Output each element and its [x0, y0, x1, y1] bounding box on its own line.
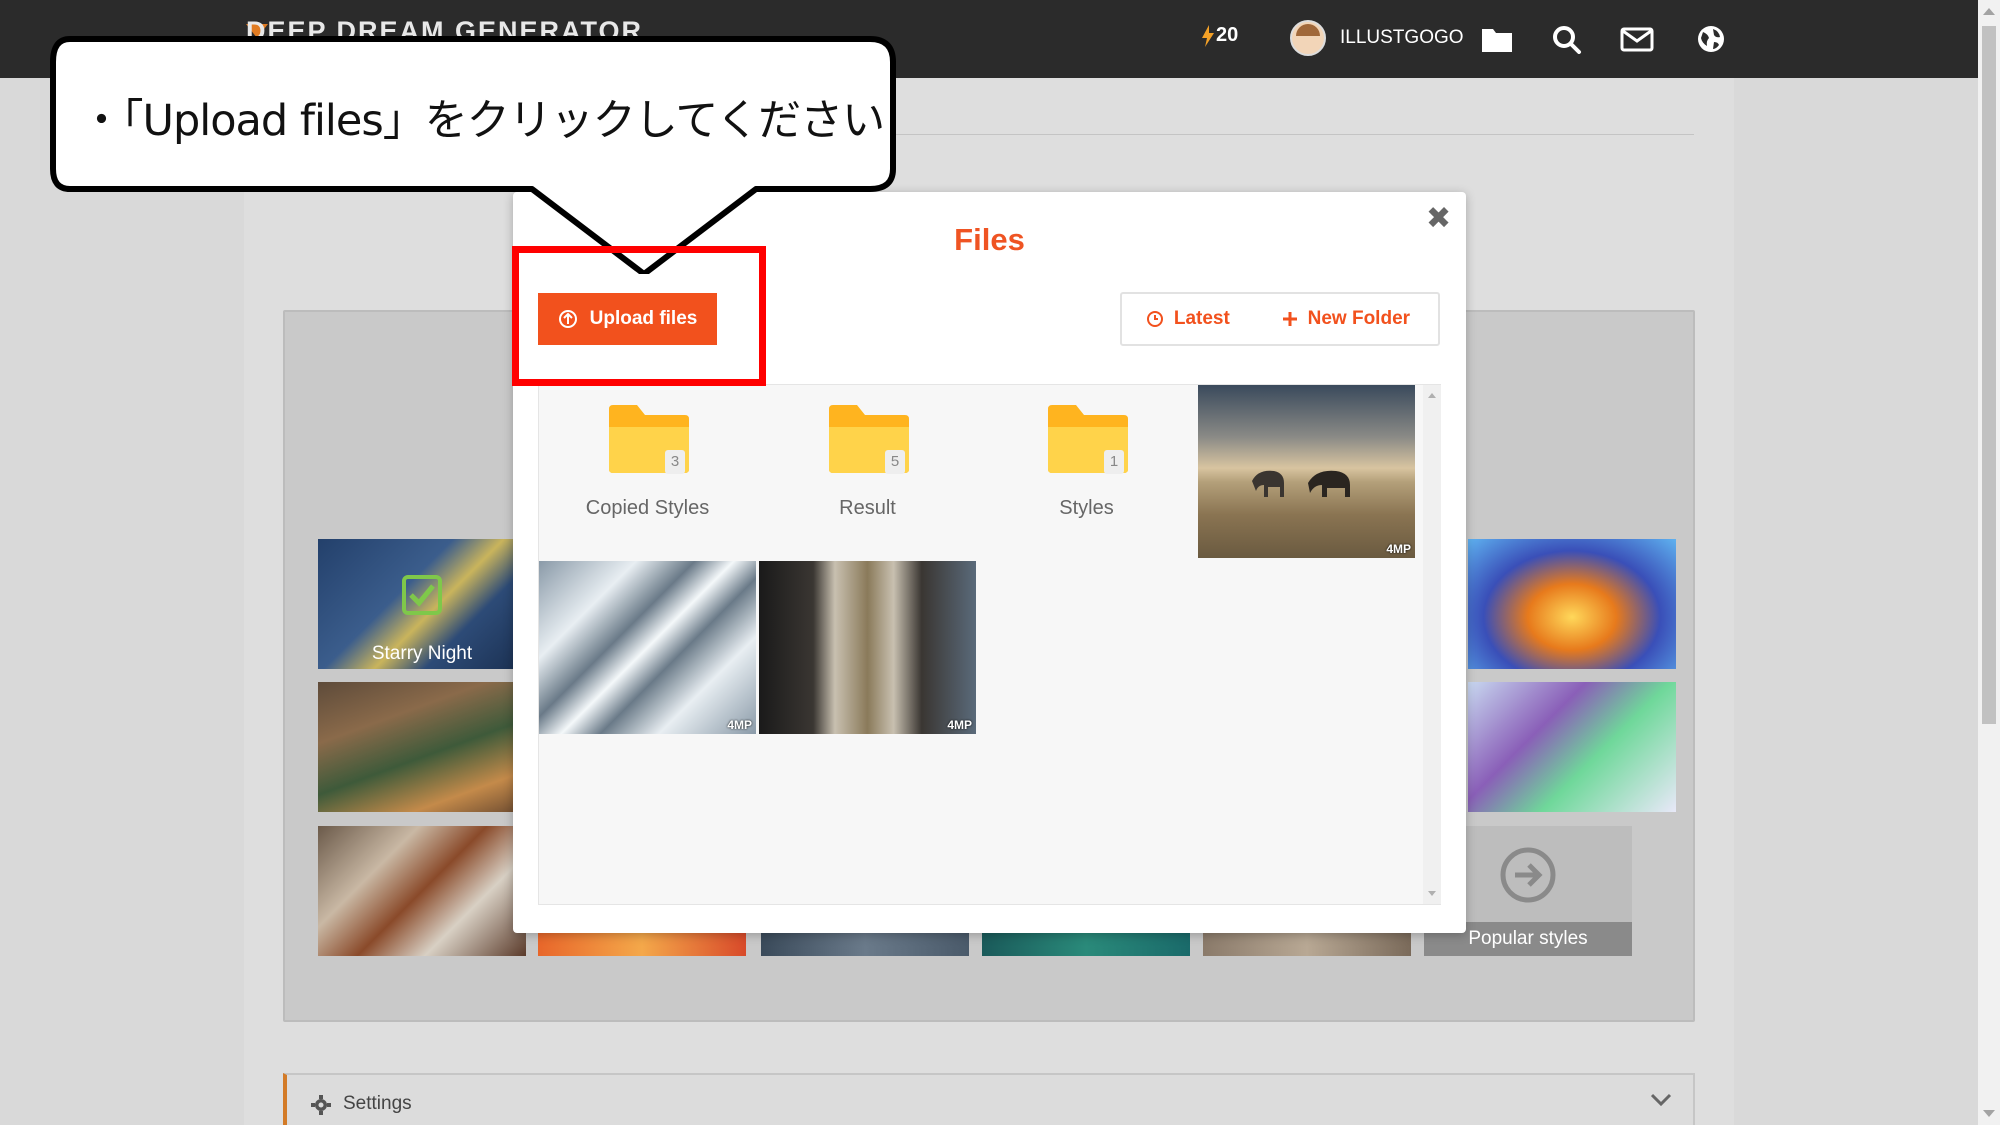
energy-value: 20: [1216, 24, 1239, 46]
tile-label: Starry Night: [371, 643, 473, 664]
close-icon[interactable]: ✖: [1426, 204, 1451, 234]
megapixel-badge: 4MP: [1386, 542, 1411, 556]
divider: [890, 134, 1694, 135]
new-folder-label: New Folder: [1307, 308, 1411, 329]
tutorial-callout-bubble: [50, 36, 896, 274]
file-browser[interactable]: 3 Copied Styles 5 Result 1 Styles 4MP 4M…: [538, 384, 1441, 905]
arrow-right-circle-icon: [1500, 847, 1556, 903]
folder-name: Result: [839, 497, 896, 519]
energy-icon: [1202, 24, 1214, 47]
user-menu[interactable]: ILLUSTGOGO: [1290, 20, 1464, 56]
style-tile[interactable]: [318, 682, 526, 812]
latest-label: Latest: [1173, 308, 1230, 329]
folder-name: Styles: [1059, 497, 1114, 519]
image-thumbnail-elephants[interactable]: 4MP: [1198, 385, 1415, 558]
energy-counter[interactable]: 20: [1202, 24, 1238, 47]
folder-count-badge: 5: [885, 450, 905, 474]
scroll-up-arrow-icon[interactable]: [1428, 393, 1436, 398]
scroll-down-arrow-icon[interactable]: [1428, 891, 1436, 896]
folder-count-badge: 1: [1104, 450, 1124, 474]
megapixel-badge: 4MP: [727, 718, 752, 732]
clock-icon: [1146, 311, 1163, 327]
folder-name: Copied Styles: [585, 497, 710, 519]
megapixel-badge: 4MP: [947, 718, 972, 732]
folder-count-badge: 3: [665, 450, 685, 474]
username[interactable]: ILLUSTGOGO: [1340, 27, 1464, 49]
folder-result[interactable]: 5 Result: [759, 385, 976, 558]
globe-icon[interactable]: [1694, 24, 1728, 54]
highlight-box: [512, 246, 766, 386]
file-actions-group: Latest New Folder: [1120, 292, 1440, 346]
elephant-silhouette: [1252, 470, 1350, 497]
avatar[interactable]: [1290, 20, 1326, 56]
mail-icon[interactable]: [1620, 24, 1654, 54]
style-tile[interactable]: [1468, 539, 1676, 669]
scroll-up-arrow-icon[interactable]: [1983, 8, 1995, 15]
style-tile[interactable]: [318, 826, 526, 956]
latest-button[interactable]: Latest: [1122, 294, 1254, 344]
folder-styles[interactable]: 1 Styles: [978, 385, 1195, 558]
settings-label: Settings: [343, 1093, 412, 1114]
folder-copied-styles[interactable]: 3 Copied Styles: [539, 385, 756, 558]
plus-icon: [1282, 312, 1297, 326]
style-tile[interactable]: [1468, 682, 1676, 812]
style-tile-starry-night[interactable]: Starry Night: [318, 539, 526, 669]
search-icon[interactable]: [1550, 24, 1584, 54]
new-folder-button[interactable]: New Folder: [1254, 294, 1438, 344]
gear-icon: [311, 1095, 331, 1115]
image-thumbnail-architecture[interactable]: 4MP: [539, 561, 756, 734]
callout-text: ・「Upload files」をクリックしてください: [80, 96, 885, 146]
scrollbar-thumb[interactable]: [1982, 26, 1996, 724]
file-browser-scrollbar[interactable]: [1423, 385, 1441, 904]
checkbox-icon: [402, 575, 442, 615]
chevron-down-icon[interactable]: [1650, 1093, 1672, 1107]
folder-icon[interactable]: [1480, 24, 1514, 54]
scroll-down-arrow-icon[interactable]: [1983, 1110, 1995, 1117]
settings-accordion[interactable]: Settings: [283, 1073, 1695, 1125]
image-thumbnail-payphone[interactable]: 4MP: [759, 561, 976, 734]
